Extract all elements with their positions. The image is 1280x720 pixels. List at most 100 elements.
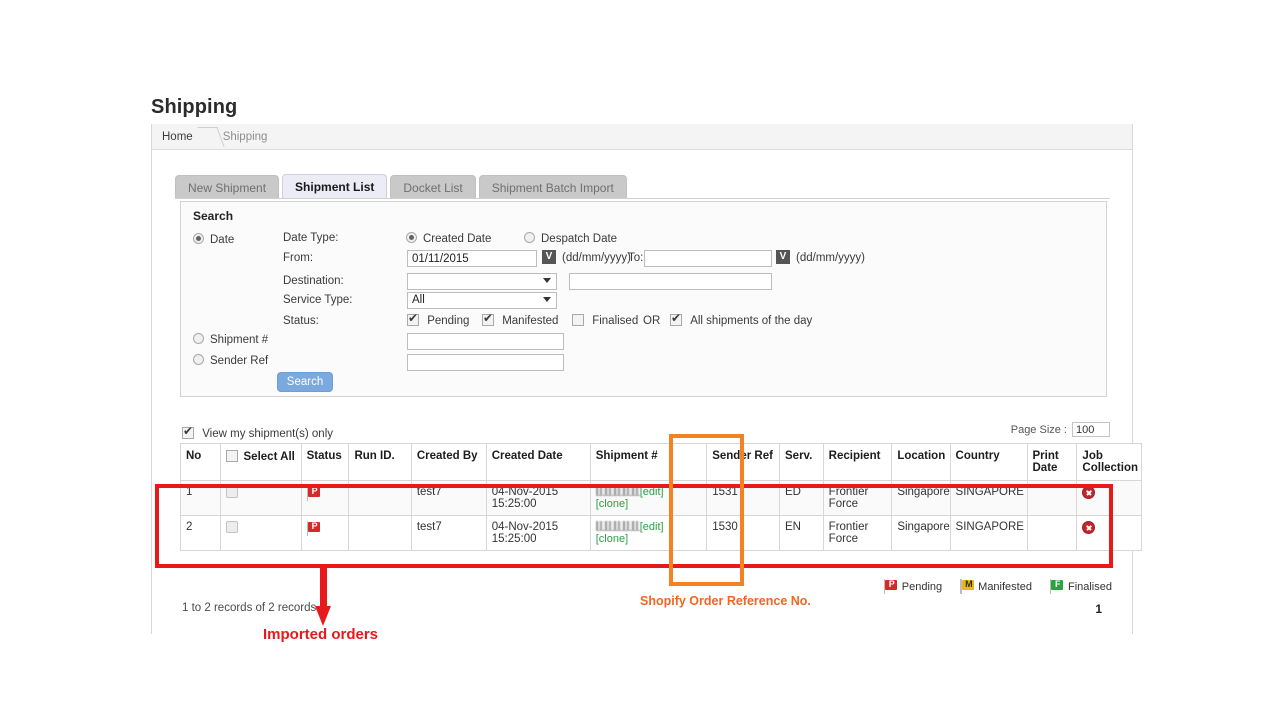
cell-created-by: test7 bbox=[411, 481, 486, 516]
shipment-list-table: No Select All Status Run ID. Created By … bbox=[180, 443, 1142, 551]
legend-finalised: F Finalised bbox=[1050, 579, 1112, 594]
checkbox-row-select[interactable] bbox=[226, 486, 238, 498]
col-country: Country bbox=[950, 444, 1027, 481]
radio-despatch-date[interactable] bbox=[524, 232, 535, 243]
radio-sender-ref[interactable] bbox=[193, 354, 204, 365]
view-my-shipments-label: View my shipment(s) only bbox=[202, 428, 333, 440]
date-type-created[interactable]: Created Date bbox=[406, 232, 491, 245]
pagination-current-page[interactable]: 1 bbox=[1095, 602, 1102, 616]
chevron-down-icon bbox=[543, 297, 551, 302]
all-shipments-of-day[interactable]: All shipments of the day bbox=[670, 314, 812, 327]
checkbox-row-select[interactable] bbox=[226, 521, 238, 533]
cell-job-collection[interactable] bbox=[1077, 516, 1142, 551]
status-pending-label: Pending bbox=[427, 315, 469, 327]
checkbox-manifested[interactable] bbox=[482, 314, 494, 326]
to-date-calendar-button[interactable]: V bbox=[776, 250, 790, 264]
col-run-id: Run ID. bbox=[349, 444, 411, 481]
breadcrumb-home-link[interactable]: Home bbox=[162, 131, 193, 143]
to-date-format-hint: (dd/mm/yyyy) bbox=[796, 252, 865, 264]
date-type-despatch-label: Despatch Date bbox=[541, 233, 617, 245]
cell-run-id bbox=[349, 481, 411, 516]
shipment-no-input[interactable] bbox=[407, 333, 564, 350]
clone-link[interactable]: [clone] bbox=[596, 533, 628, 545]
status-manifested[interactable]: Manifested bbox=[482, 314, 558, 327]
table-row[interactable]: 2 P test7 04-Nov-2015 15:25:00 [edit] [c… bbox=[181, 516, 1142, 551]
cell-serv: ED bbox=[780, 481, 824, 516]
destination-select[interactable] bbox=[407, 273, 557, 290]
page-title: Shipping bbox=[151, 96, 237, 119]
tab-shipment-batch-import[interactable]: Shipment Batch Import bbox=[479, 175, 627, 199]
finalised-flag-icon: F bbox=[1050, 579, 1065, 594]
view-my-shipments-only[interactable]: View my shipment(s) only bbox=[182, 427, 333, 440]
cell-no: 1 bbox=[181, 481, 221, 516]
cell-job-collection[interactable] bbox=[1077, 481, 1142, 516]
label-date-type: Date Type: bbox=[283, 232, 338, 244]
search-mode-date-label: Date bbox=[210, 234, 234, 246]
radio-date[interactable] bbox=[193, 233, 204, 244]
annotation-arrow-icon bbox=[315, 564, 331, 626]
from-date-input[interactable] bbox=[407, 250, 537, 267]
search-mode-shipment-no[interactable]: Shipment # bbox=[193, 333, 268, 346]
from-date-calendar-button[interactable]: V bbox=[542, 250, 556, 264]
status-finalised[interactable]: Finalised bbox=[572, 314, 638, 327]
to-date-input[interactable] bbox=[644, 250, 772, 267]
date-type-despatch[interactable]: Despatch Date bbox=[524, 232, 617, 245]
checkbox-select-all[interactable] bbox=[226, 450, 238, 462]
checkbox-pending[interactable] bbox=[407, 314, 419, 326]
checkbox-view-my-shipments[interactable] bbox=[182, 427, 194, 439]
cell-created-date: 04-Nov-2015 15:25:00 bbox=[486, 516, 590, 551]
page-size-input[interactable] bbox=[1072, 422, 1110, 437]
checkbox-all-shipments-of-day[interactable] bbox=[670, 314, 682, 326]
clone-link[interactable]: [clone] bbox=[596, 498, 628, 510]
radio-shipment-no[interactable] bbox=[193, 333, 204, 344]
cell-no: 2 bbox=[181, 516, 221, 551]
tab-new-shipment[interactable]: New Shipment bbox=[175, 175, 279, 199]
screenshot-root: Shipping Home Shipping New Shipment Ship… bbox=[0, 0, 1280, 720]
chevron-down-icon bbox=[543, 278, 551, 283]
cell-status: P bbox=[301, 481, 349, 516]
col-sender-ref: Sender Ref bbox=[707, 444, 780, 481]
legend-pending-label: Pending bbox=[902, 581, 942, 593]
status-legend: P Pending M Manifested F Finalised bbox=[884, 579, 1112, 594]
cell-serv: EN bbox=[780, 516, 824, 551]
edit-link[interactable]: [edit] bbox=[640, 486, 664, 498]
legend-finalised-label: Finalised bbox=[1068, 581, 1112, 593]
radio-created-date[interactable] bbox=[406, 232, 417, 243]
edit-link[interactable]: [edit] bbox=[640, 521, 664, 533]
cell-select[interactable] bbox=[220, 516, 301, 551]
cell-select[interactable] bbox=[220, 481, 301, 516]
cell-shipment-no[interactable]: [edit] [clone] bbox=[590, 481, 706, 516]
redacted-shipment-number bbox=[596, 521, 640, 531]
service-type-select[interactable]: All bbox=[407, 292, 557, 309]
cell-recipient: Frontier Force bbox=[823, 481, 892, 516]
page-size-label: Page Size : bbox=[1011, 424, 1067, 436]
tab-shipment-list[interactable]: Shipment List bbox=[282, 174, 387, 199]
cell-print-date bbox=[1027, 481, 1077, 516]
pending-flag-icon: P bbox=[307, 521, 322, 536]
destination-text-input[interactable] bbox=[569, 273, 772, 290]
cancel-icon[interactable] bbox=[1082, 521, 1095, 534]
col-select-all[interactable]: Select All bbox=[220, 444, 301, 481]
legend-manifested: M Manifested bbox=[960, 579, 1032, 594]
service-type-select-value: All bbox=[412, 294, 425, 306]
cell-shipment-no[interactable]: [edit] [clone] bbox=[590, 516, 706, 551]
from-date-format-hint: (dd/mm/yyyy) bbox=[562, 252, 631, 264]
app-frame: Home Shipping New Shipment Shipment List… bbox=[151, 124, 1133, 634]
label-service-type: Service Type: bbox=[283, 294, 352, 306]
legend-pending: P Pending bbox=[884, 579, 942, 594]
pending-flag-icon: P bbox=[884, 579, 899, 594]
search-button[interactable]: Search bbox=[277, 372, 333, 392]
sender-ref-input[interactable] bbox=[407, 354, 564, 371]
status-pending[interactable]: Pending bbox=[407, 314, 469, 327]
label-from: From: bbox=[283, 252, 313, 264]
checkbox-finalised[interactable] bbox=[572, 314, 584, 326]
breadcrumb: Home Shipping bbox=[152, 124, 1132, 150]
legend-manifested-label: Manifested bbox=[978, 581, 1032, 593]
table-row[interactable]: 1 P test7 04-Nov-2015 15:25:00 [edit] [c… bbox=[181, 481, 1142, 516]
search-mode-sender-ref[interactable]: Sender Ref bbox=[193, 354, 268, 367]
tab-docket-list[interactable]: Docket List bbox=[390, 175, 475, 199]
search-mode-date[interactable]: Date bbox=[193, 233, 234, 246]
cancel-icon[interactable] bbox=[1082, 486, 1095, 499]
all-shipments-of-day-label: All shipments of the day bbox=[690, 315, 812, 327]
date-type-created-label: Created Date bbox=[423, 233, 491, 245]
